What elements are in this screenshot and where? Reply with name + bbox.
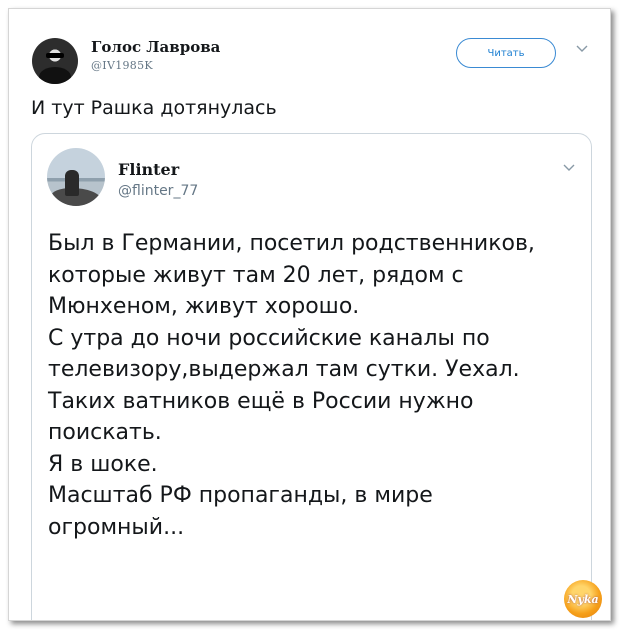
quoted-text-line: Был в Германии, посетил родственников,: [48, 231, 535, 256]
quoted-text-line: огромный...: [48, 514, 185, 540]
quoted-text-line: телевизору,выдержал там сутки. Уехал.: [48, 357, 520, 382]
quoted-text-line: Таких ватников ещё в России нужно: [48, 388, 474, 414]
quoted-text-line: Я в шоке.: [48, 451, 158, 477]
chevron-down-icon[interactable]: [562, 162, 576, 174]
quoted-tweet-text: Был в Германии, посетил родственников, к…: [48, 228, 578, 543]
watermark-text: Nyka: [567, 592, 599, 606]
quoted-text-line: которые живут там 20 лет, рядом с: [48, 262, 464, 288]
quoted-text-line: поискать.: [48, 420, 162, 445]
follow-button[interactable]: Читать: [456, 38, 556, 68]
author-name[interactable]: Голос Лаврова: [91, 38, 220, 56]
tweet-text: И тут Рашка дотянулась: [31, 97, 277, 119]
quoted-text-line: С утра до ночи российские каналы по: [48, 325, 490, 351]
quoted-text-line: Мюнхеном, живут хорошо.: [48, 294, 360, 319]
tweet-card: Голос Лаврова @IV1985K Читать И тут Рашк…: [8, 8, 611, 621]
watermark-logo: Nyka: [564, 580, 602, 618]
author-handle[interactable]: @IV1985K: [91, 59, 153, 72]
quoted-author-avatar[interactable]: [47, 148, 105, 206]
quoted-text-line: Масштаб РФ пропаганды, в мире: [48, 483, 433, 508]
quoted-tweet[interactable]: Flinter @flinter_77 Был в Германии, посе…: [31, 133, 592, 620]
avatar-figure: [39, 67, 71, 84]
avatar-figure: [65, 170, 79, 196]
quoted-author-handle[interactable]: @flinter_77: [118, 183, 198, 199]
follow-button-label: Читать: [487, 47, 525, 59]
quoted-author-name[interactable]: Flinter: [118, 160, 179, 179]
avatar-sunglasses: [46, 53, 64, 58]
chevron-down-icon[interactable]: [575, 43, 589, 55]
author-avatar[interactable]: [32, 38, 78, 84]
